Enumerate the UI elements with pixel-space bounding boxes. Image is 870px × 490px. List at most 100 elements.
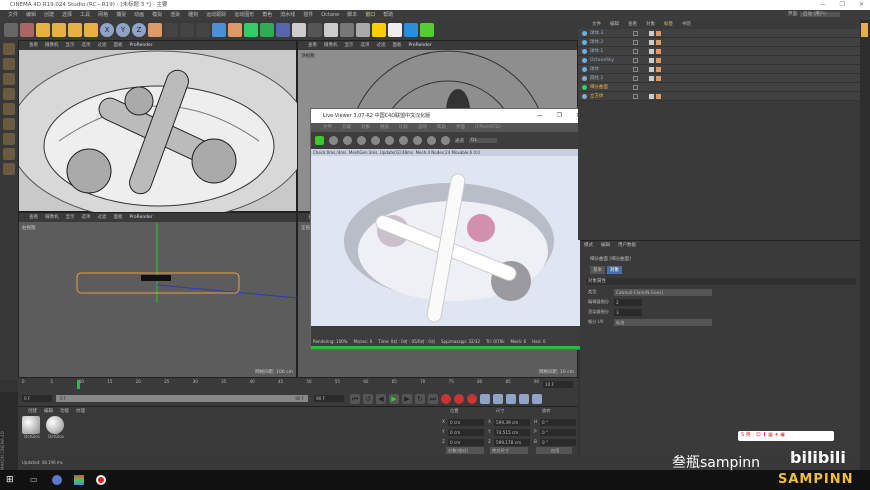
viewport-perspective[interactable]: 查看 摄像机 显示 选项 过滤 面板 ProRender bbox=[18, 40, 298, 213]
tag-icon[interactable] bbox=[649, 30, 654, 36]
coord-field[interactable]: 0 ° bbox=[540, 429, 576, 436]
coord-mode-select[interactable]: 对象(相对) bbox=[446, 447, 484, 454]
menu-item[interactable]: 帮助 bbox=[383, 10, 393, 20]
viewport-right[interactable]: 查看 摄像机 显示 选项 过滤 面板 ProRender 右视图 网格间距: 100 cm bbox=[18, 212, 298, 378]
object-row[interactable]: 球体.1 bbox=[578, 47, 860, 56]
tag-icon[interactable] bbox=[656, 75, 661, 81]
light-icon[interactable] bbox=[324, 23, 338, 37]
coord-field[interactable]: 599.178 cm bbox=[494, 439, 530, 446]
visibility-toggle[interactable] bbox=[633, 48, 638, 54]
vp-menu-filter[interactable]: 过滤 bbox=[98, 213, 107, 222]
lv-menu-item[interactable]: 界面 bbox=[456, 123, 465, 132]
next-key-icon[interactable]: ↻ bbox=[415, 394, 425, 404]
om-menu-item[interactable]: 查看 bbox=[628, 20, 637, 29]
om-menu-item[interactable]: 文件 bbox=[592, 20, 601, 29]
go-to-start-icon[interactable]: ⏮ bbox=[350, 394, 360, 404]
object-row[interactable]: 立方体 bbox=[578, 92, 860, 101]
object-name[interactable]: 细分曲面 bbox=[590, 84, 630, 90]
coord-field[interactable]: 0 ° bbox=[540, 439, 576, 446]
object-name[interactable]: 球体 bbox=[590, 66, 630, 72]
maximize-button[interactable]: ❐ bbox=[840, 0, 845, 10]
octane-camera-icon[interactable] bbox=[388, 23, 402, 37]
object-name[interactable]: 圆柱.2 bbox=[590, 75, 630, 81]
octane-material-icon[interactable] bbox=[340, 23, 354, 37]
object-name[interactable]: OctaneSky bbox=[590, 58, 630, 63]
mat-menu-item[interactable]: 纹理 bbox=[76, 407, 85, 416]
object-name[interactable]: 球体.1 bbox=[590, 48, 630, 54]
menu-item[interactable]: 渲染 bbox=[170, 10, 180, 20]
scale-icon[interactable] bbox=[52, 23, 66, 37]
key-rotation-icon[interactable] bbox=[506, 394, 516, 404]
tag-icon[interactable] bbox=[649, 66, 654, 72]
menu-item[interactable]: 捕捉 bbox=[116, 10, 126, 20]
material-item[interactable]: OctGlos bbox=[22, 416, 42, 439]
visibility-toggle[interactable] bbox=[633, 84, 638, 90]
lv-menu-item[interactable]: 帮助 bbox=[437, 123, 446, 132]
material-item[interactable]: OctGlos bbox=[46, 416, 66, 439]
ime-toolbar[interactable]: S 英 · ☺ ⬇ ▦ ✦ ▣ bbox=[738, 431, 834, 441]
vp-menu-display[interactable]: 显示 bbox=[345, 41, 354, 50]
settings-gear-icon[interactable] bbox=[371, 136, 380, 145]
mat-menu-item[interactable]: 功能 bbox=[60, 407, 69, 416]
menu-item[interactable]: 流水线 bbox=[280, 10, 295, 20]
prev-frame-icon[interactable]: ◀ bbox=[376, 394, 386, 404]
record-icon[interactable] bbox=[441, 394, 451, 404]
om-menu-item[interactable]: 编辑 bbox=[610, 20, 619, 29]
keyframe-selection-icon[interactable] bbox=[467, 394, 477, 404]
model-mode-icon[interactable] bbox=[3, 58, 15, 70]
tab-basic[interactable]: 基本 bbox=[590, 266, 605, 274]
lv-menu-item[interactable]: 文件 bbox=[323, 123, 332, 132]
lock-icon[interactable] bbox=[385, 136, 394, 145]
y-axis-icon[interactable]: Y bbox=[116, 23, 130, 37]
coord-field[interactable]: 0 ° bbox=[540, 419, 576, 426]
start-frame-field[interactable]: 0 F bbox=[22, 395, 52, 402]
move-icon[interactable] bbox=[36, 23, 50, 37]
menu-item[interactable]: 雕刻 bbox=[188, 10, 198, 20]
pen-icon[interactable] bbox=[228, 23, 242, 37]
vp-menu-camera[interactable]: 摄像机 bbox=[324, 41, 338, 50]
start-render-icon[interactable] bbox=[315, 136, 324, 145]
coord-field[interactable]: 599.39 cm bbox=[494, 419, 530, 426]
tag-icon[interactable] bbox=[656, 39, 661, 45]
tag-icon[interactable] bbox=[656, 66, 661, 72]
vp-menu-panel[interactable]: 面板 bbox=[393, 41, 402, 50]
octane-live-icon[interactable] bbox=[420, 23, 434, 37]
vp-menu-options[interactable]: 选项 bbox=[361, 41, 370, 50]
camera-icon[interactable] bbox=[308, 23, 322, 37]
visibility-toggle[interactable] bbox=[633, 30, 638, 36]
region-icon[interactable] bbox=[357, 136, 366, 145]
render-view-icon[interactable] bbox=[164, 23, 178, 37]
lv-menu-item[interactable]: 材质 bbox=[380, 123, 389, 132]
vp-menu-options[interactable]: 选项 bbox=[82, 213, 91, 222]
vp-menu-display[interactable]: 显示 bbox=[66, 213, 75, 222]
om-menu-item[interactable]: 对象 bbox=[646, 20, 655, 29]
attr-field[interactable]: Catmull-Clark(N-Gons) bbox=[614, 289, 712, 296]
rotate-icon[interactable] bbox=[68, 23, 82, 37]
lv-menu-item[interactable]: [FPS/HSTD] bbox=[475, 123, 501, 132]
octane-sky-icon[interactable] bbox=[356, 23, 370, 37]
vp-menu-camera[interactable]: 摄像机 bbox=[45, 213, 59, 222]
timeline[interactable]: 0 5 10 15 20 25 30 35 40 45 50 55 60 65 70 75 80 85 90 10 … bbox=[18, 378, 578, 392]
menu-item[interactable]: 选择 bbox=[62, 10, 72, 20]
end-frame-field[interactable]: 90 F bbox=[314, 395, 344, 402]
vp-menu-panel[interactable]: 面板 bbox=[114, 213, 123, 222]
visibility-toggle[interactable] bbox=[633, 57, 638, 63]
x-axis-icon[interactable]: X bbox=[100, 23, 114, 37]
lv-minimize-button[interactable]: — bbox=[537, 109, 543, 123]
mat-menu-item[interactable]: 创建 bbox=[28, 407, 37, 416]
vp-menu-panel[interactable]: 面板 bbox=[114, 41, 123, 50]
om-menu-item[interactable]: 标签 bbox=[664, 20, 673, 29]
current-frame-field[interactable]: 10 F bbox=[543, 381, 573, 388]
object-row[interactable]: OctaneSky bbox=[578, 56, 860, 65]
vp-menu-view[interactable]: 查看 bbox=[29, 41, 38, 50]
edges-mode-icon[interactable] bbox=[3, 103, 15, 115]
make-editable-icon[interactable] bbox=[3, 43, 15, 55]
key-param-icon[interactable] bbox=[519, 394, 529, 404]
tag-icon[interactable] bbox=[649, 75, 654, 81]
vp-menu-view[interactable]: 查看 bbox=[29, 213, 38, 222]
vp-menu-filter[interactable]: 过滤 bbox=[377, 41, 386, 50]
mat-menu-item[interactable]: 编辑 bbox=[44, 407, 53, 416]
object-row[interactable]: 圆柱.2 bbox=[578, 74, 860, 83]
points-mode-icon[interactable] bbox=[3, 88, 15, 100]
menu-item[interactable]: 动画 bbox=[134, 10, 144, 20]
